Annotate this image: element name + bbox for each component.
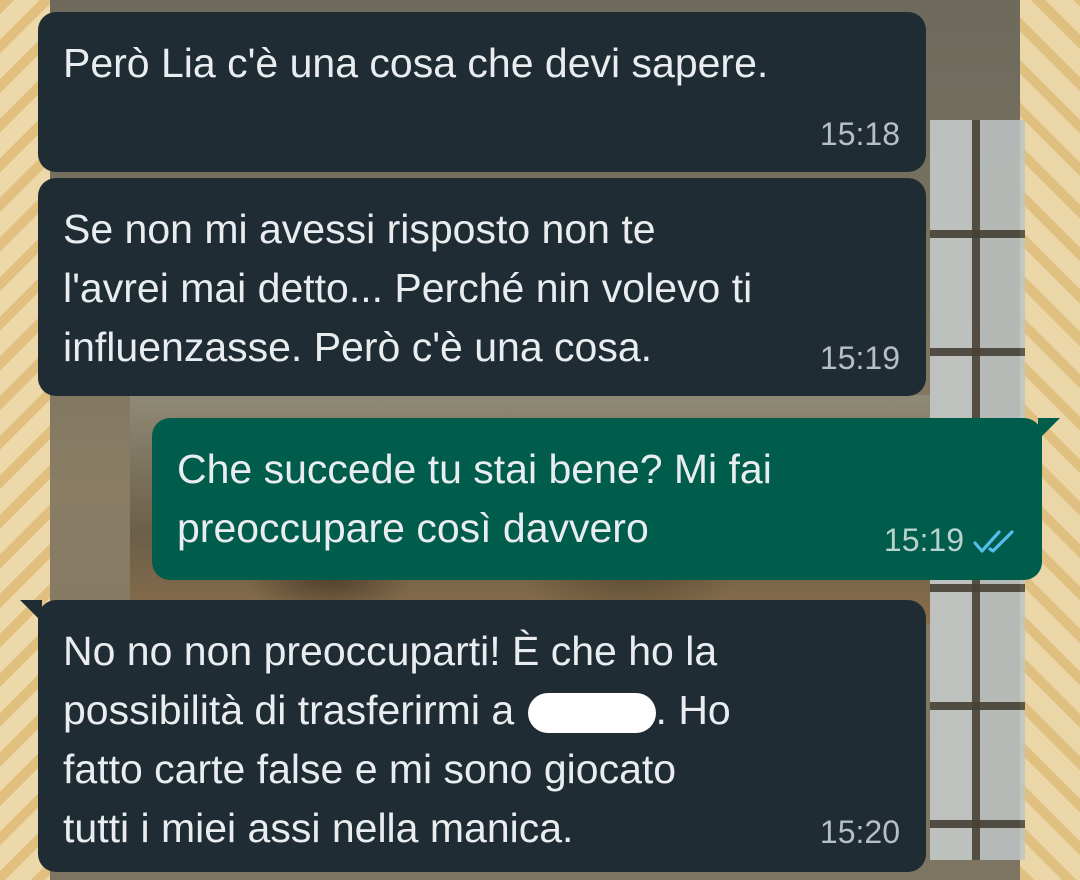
message-bubble-outgoing[interactable]: Che succede tu stai bene? Mi fai preoccu… xyxy=(152,418,1060,580)
message-line: fatto carte false e mi sono giocato tutt… xyxy=(63,746,677,851)
message-timestamp: 15:18 xyxy=(819,116,900,152)
message-timestamp: 15:19 xyxy=(819,340,900,376)
message-line: . Ho xyxy=(655,687,731,733)
double-check-read-icon xyxy=(973,530,1014,553)
redacted-text-blur xyxy=(527,693,656,734)
message-line: No no non preoccuparti! È che ho la xyxy=(63,628,718,674)
message-timestamp: 15:19 xyxy=(883,522,964,558)
bubble-tail xyxy=(1038,418,1060,440)
message-bubble-incoming[interactable]: No no non preoccuparti! È che ho la poss… xyxy=(20,600,926,872)
message-line: possibilità di trasferirmi a xyxy=(63,687,526,733)
message-bubble-incoming[interactable]: Se non mi avessi risposto non te l'avrei… xyxy=(38,178,926,396)
message-text: Se non mi avessi risposto non te l'avrei… xyxy=(63,206,753,370)
message-timestamp: 15:20 xyxy=(819,814,900,850)
message-text: Però Lia c'è una cosa che devi sapere. xyxy=(63,40,769,86)
message-text: No no non preoccuparti! È che ho la poss… xyxy=(63,622,900,858)
message-bubble-incoming[interactable]: Però Lia c'è una cosa che devi sapere. 1… xyxy=(38,12,926,172)
bubble-tail xyxy=(20,600,42,622)
